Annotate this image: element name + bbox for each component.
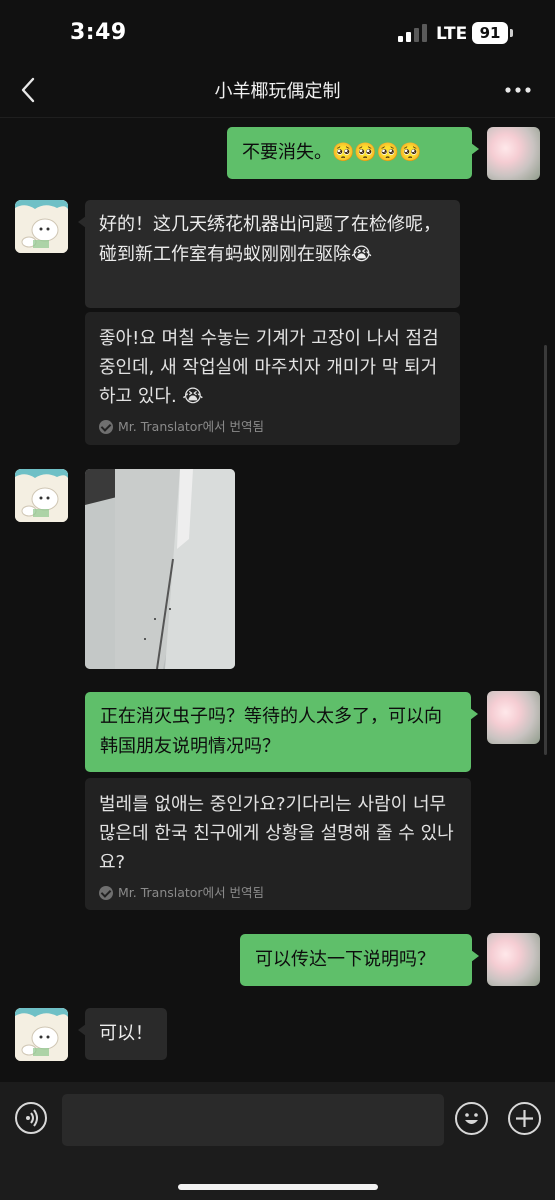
translation-source: Mr. Translator에서 번역됨 [118, 419, 265, 434]
photo-floor-ants [85, 469, 235, 669]
emoji-icon [465, 1113, 478, 1124]
voice-icon [26, 1109, 38, 1127]
my-avatar[interactable] [487, 127, 540, 180]
message-text: 不要消失。🥺🥺🥺🥺 [242, 142, 422, 163]
message-bubble-received[interactable]: 可以！ [78, 1008, 167, 1060]
my-avatar[interactable] [487, 933, 540, 986]
lamb-avatar-icon [15, 469, 68, 522]
translation-text: 벌레를 없애는 중인가요?기다리는 사람이 너무 많은데 한국 친구에게 상황을… [99, 794, 454, 873]
voice-button[interactable] [15, 1102, 47, 1134]
more-icon [505, 87, 531, 93]
signal-icon [398, 24, 430, 42]
translate-check-icon [99, 886, 113, 900]
lamb-avatar-icon [15, 1008, 68, 1061]
chat-title: 小羊椰玩偶定制 [214, 81, 341, 102]
battery-level: 91 [479, 24, 501, 42]
message-text: 正在消灭虫子吗？等待的人太多了，可以向韩国朋友说明情况吗？ [100, 706, 442, 757]
contact-avatar[interactable] [15, 200, 68, 253]
translation-source: Mr. Translator에서 번역됨 [118, 885, 265, 900]
header-divider [0, 117, 555, 118]
scrollbar[interactable] [544, 345, 547, 755]
plus-button[interactable] [508, 1102, 541, 1135]
battery-nub [510, 29, 513, 37]
image-message[interactable] [85, 469, 235, 669]
message-bubble-received[interactable]: 好的！这几天绣花机器出问题了在检修呢，碰到新工作室有蚂蚁刚刚在驱除😭 [78, 200, 460, 308]
translation-box: 좋아!요 며칠 수놓는 기계가 고장이 나서 점검 중인데, 새 작업실에 마주… [85, 312, 460, 445]
plus-icon [516, 1110, 533, 1127]
contact-avatar[interactable] [15, 1008, 68, 1061]
translation-box: 벌레를 없애는 중인가요?기다리는 사람이 너무 많은데 한국 친구에게 상황을… [85, 778, 471, 910]
lamb-avatar-icon [15, 200, 68, 253]
translation-note: Mr. Translator에서 번역됨 [99, 885, 457, 901]
home-indicator[interactable] [178, 1184, 378, 1190]
message-text: 可以传达一下说明吗？ [255, 949, 435, 970]
status-time: 3:49 [70, 20, 127, 45]
translate-check-icon [99, 420, 113, 434]
network-type: LTE [436, 24, 468, 44]
my-avatar[interactable] [487, 691, 540, 744]
translation-note: Mr. Translator에서 번역됨 [99, 419, 446, 435]
more-button[interactable] [500, 76, 536, 104]
message-text: 可以！ [99, 1023, 153, 1044]
battery-icon: 91 [472, 22, 508, 44]
message-bubble-sent[interactable]: 不要消失。🥺🥺🥺🥺 [227, 127, 479, 179]
emoji-button[interactable] [455, 1102, 488, 1135]
message-bubble-sent[interactable]: 正在消灭虫子吗？等待的人太多了，可以向韩国朋友说明情况吗？ [85, 692, 478, 772]
message-bubble-sent[interactable]: 可以传达一下说明吗？ [240, 934, 479, 986]
message-input[interactable] [62, 1094, 444, 1146]
contact-avatar[interactable] [15, 469, 68, 522]
translation-text: 좋아!요 며칠 수놓는 기계가 고장이 나서 점검 중인데, 새 작업실에 마주… [99, 328, 439, 407]
message-text: 好的！这几天绣花机器出问题了在检修呢，碰到新工作室有蚂蚁刚刚在驱除😭 [99, 214, 441, 265]
